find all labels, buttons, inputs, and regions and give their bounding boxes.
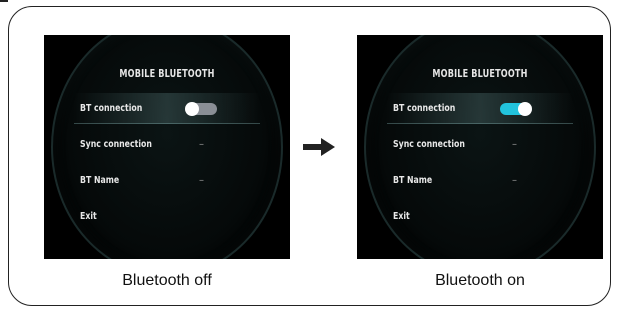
caption-bluetooth-off: Bluetooth off [122, 272, 212, 289]
top-edge-line [0, 0, 8, 2]
menu-item-bt-connection[interactable]: BT connection [80, 103, 142, 114]
arrow-right-icon [303, 138, 335, 156]
toggle-knob [185, 102, 199, 116]
bt-name-value: – [512, 175, 517, 186]
menu-item-bt-connection[interactable]: BT connection [393, 103, 455, 114]
menu-item-bt-name[interactable]: BT Name [80, 175, 119, 186]
watch-screen-bluetooth-off: MOBILE BLUETOOTH BT connection Sync conn… [44, 35, 290, 259]
sync-connection-value: – [199, 139, 204, 150]
menu-item-bt-name[interactable]: BT Name [393, 175, 432, 186]
menu-item-exit[interactable]: Exit [393, 211, 410, 222]
watch-screen-bluetooth-on: MOBILE BLUETOOTH BT connection Sync conn… [357, 35, 603, 259]
screen-title: MOBILE BLUETOOTH [432, 67, 528, 80]
caption-bluetooth-on: Bluetooth on [435, 272, 525, 289]
bt-connection-toggle[interactable] [185, 102, 217, 116]
bt-connection-toggle[interactable] [500, 102, 532, 116]
menu-item-sync-connection[interactable]: Sync connection [393, 139, 465, 150]
menu-item-exit[interactable]: Exit [80, 211, 97, 222]
sync-connection-value: – [512, 139, 517, 150]
menu-item-sync-connection[interactable]: Sync connection [80, 139, 152, 150]
bt-name-value: – [199, 175, 204, 186]
screen-title: MOBILE BLUETOOTH [119, 67, 215, 80]
toggle-knob [518, 102, 532, 116]
